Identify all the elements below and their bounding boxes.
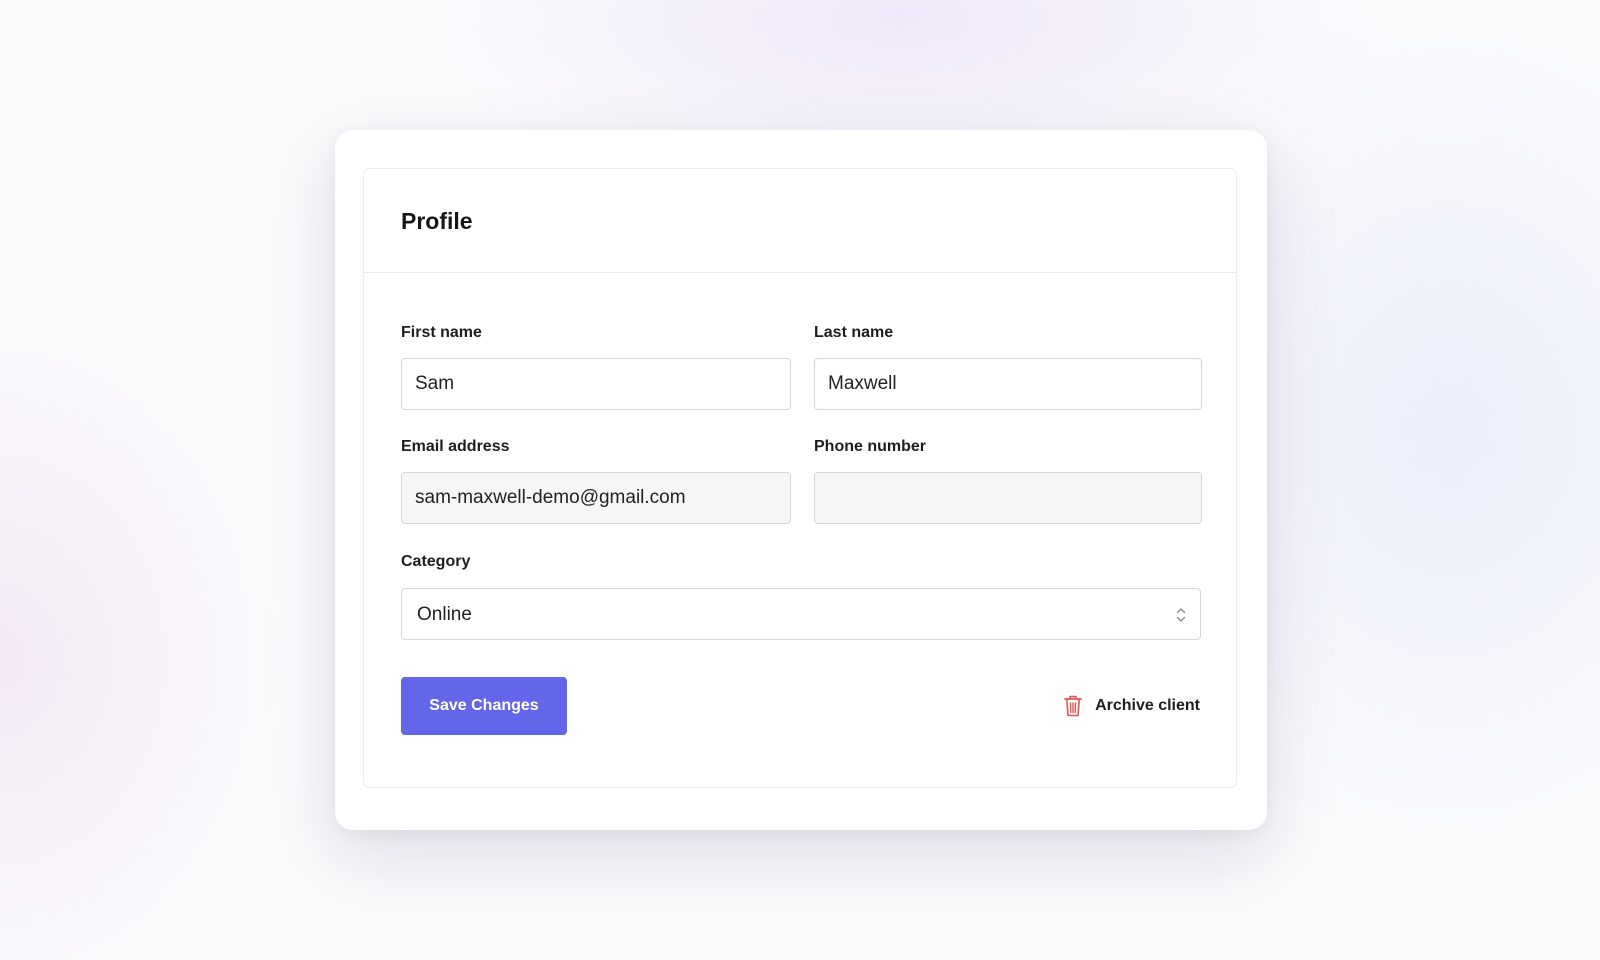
- trash-icon: [1064, 695, 1082, 717]
- email-label: Email address: [401, 438, 510, 455]
- phone-label: Phone number: [814, 438, 927, 455]
- chevron-up-down-icon: [1176, 608, 1186, 622]
- panel-header: Profile: [364, 169, 1236, 273]
- archive-client-button[interactable]: Archive client: [1063, 693, 1200, 719]
- category-label: Category: [401, 553, 471, 570]
- profile-panel: Profile First name Last name Email addre…: [363, 168, 1237, 788]
- phone-field[interactable]: [814, 472, 1202, 524]
- archive-client-label: Archive client: [1095, 697, 1200, 714]
- category-selected-value: Online: [417, 604, 472, 625]
- page-title: Profile: [401, 208, 473, 234]
- first-name-field[interactable]: [401, 358, 791, 410]
- profile-card: Profile First name Last name Email addre…: [335, 130, 1267, 830]
- email-field[interactable]: [401, 472, 791, 524]
- last-name-label: Last name: [814, 324, 894, 341]
- first-name-label: First name: [401, 324, 482, 341]
- save-changes-button[interactable]: Save Changes: [401, 677, 567, 735]
- category-select[interactable]: Online: [401, 588, 1201, 640]
- last-name-field[interactable]: [814, 358, 1202, 410]
